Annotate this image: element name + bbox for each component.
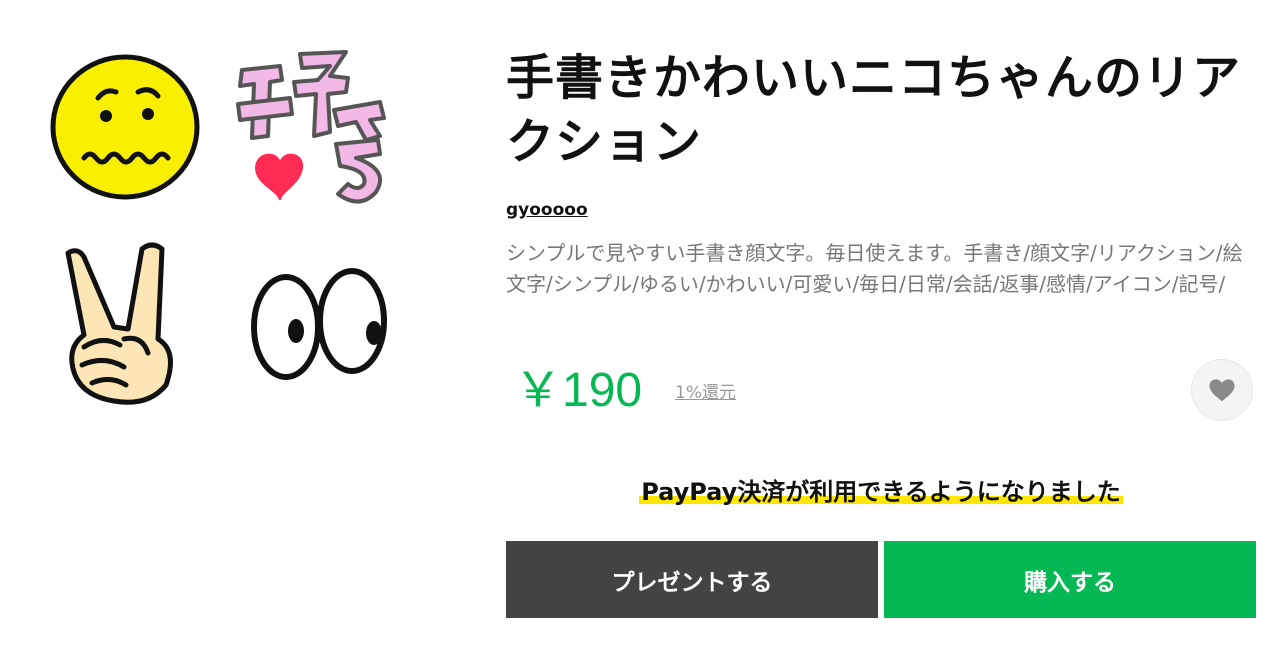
worried-face-image [50, 54, 200, 200]
product-title: 手書きかわいいニコちゃんのリアクション [506, 50, 1242, 170]
sticker-preview-grid [40, 40, 420, 420]
buy-button[interactable]: 購入する [884, 541, 1256, 618]
paypay-notice: PayPay決済が利用できるようになりました [506, 476, 1256, 508]
peace-sign-image [65, 242, 173, 405]
price-row: ￥190 1%還元 [506, 359, 1256, 422]
gift-button[interactable]: プレゼントする [506, 541, 878, 618]
product-description: シンプルで見やすい手書き顔文字。毎日使えます。手書き/顔文字/リアクション/絵文… [506, 241, 1243, 296]
big-eyes-sticker[interactable] [230, 235, 400, 405]
heart-icon [1209, 379, 1235, 402]
suki-love-image [236, 50, 386, 204]
author-link[interactable]: gyooooo [506, 200, 588, 220]
price: ￥190 [514, 364, 643, 417]
worried-face-sticker[interactable] [40, 40, 210, 210]
paypay-notice-text: PayPay決済が利用できるようになりました [639, 476, 1123, 508]
cashback-link[interactable]: 1%還元 [675, 378, 736, 403]
product-info: 手書きかわいいニコちゃんのリアクション gyooooo シンプルで見やすい手書き… [506, 46, 1256, 300]
favorite-button[interactable] [1191, 359, 1253, 421]
peace-sign-sticker[interactable] [40, 235, 210, 405]
big-eyes-image [251, 268, 387, 380]
suki-love-sticker[interactable] [230, 40, 400, 210]
